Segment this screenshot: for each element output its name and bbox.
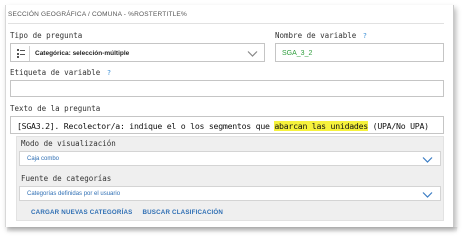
chevron-down-icon bbox=[422, 192, 433, 198]
question-type-select[interactable]: Categórica: selección-múltiple bbox=[10, 43, 265, 62]
display-mode-label: Modo de visualización bbox=[21, 139, 116, 148]
variable-label-label: Etiqueta de variable ? bbox=[10, 68, 111, 77]
variable-name-input[interactable]: SGA_3_2 bbox=[275, 43, 444, 62]
display-mode-select[interactable]: Caja combo bbox=[19, 151, 441, 166]
icon-separator bbox=[29, 46, 30, 61]
chevron-down-icon bbox=[247, 51, 258, 57]
variable-label-input[interactable] bbox=[10, 80, 444, 97]
chevron-down-icon bbox=[422, 157, 433, 163]
variable-name-label-text: Nombre de variable bbox=[275, 31, 357, 40]
help-icon[interactable]: ? bbox=[107, 69, 111, 77]
variable-name-value: SGA_3_2 bbox=[282, 50, 313, 57]
breadcrumb-divider bbox=[8, 23, 444, 24]
question-text-value: [SGA3.2]. Recolector/a: indique el o los… bbox=[17, 121, 429, 131]
question-text-label-text: Texto de la pregunta bbox=[10, 104, 101, 113]
variable-label-label-text: Etiqueta de variable bbox=[10, 68, 101, 77]
question-text-highlight: abarcan las unidades bbox=[274, 121, 368, 131]
help-icon[interactable]: ? bbox=[363, 32, 367, 40]
display-mode-value: Caja combo bbox=[27, 156, 60, 162]
search-classification-link[interactable]: BUSCAR CLASIFICACIÓN bbox=[142, 209, 223, 216]
question-type-label: Tipo de pregunta bbox=[10, 31, 82, 40]
question-type-label-text: Tipo de pregunta bbox=[10, 31, 83, 40]
list-checkbox-icon bbox=[17, 49, 25, 58]
question-text-before: [SGA3.2]. Recolector/a: indique el o los… bbox=[17, 121, 275, 131]
question-text-after: (UPA/No UPA) bbox=[367, 121, 429, 131]
question-text-input[interactable]: [SGA3.2]. Recolector/a: indique el o los… bbox=[10, 116, 444, 134]
category-source-value: Categorías definidas por el usuario bbox=[27, 191, 121, 197]
category-actions: CARGAR NUEVAS CATEGORÍAS BUSCAR CLASIFIC… bbox=[31, 209, 231, 216]
category-source-label: Fuente de categorías bbox=[21, 174, 112, 183]
load-categories-link[interactable]: CARGAR NUEVAS CATEGORÍAS bbox=[31, 209, 133, 216]
question-text-label: Texto de la pregunta bbox=[10, 104, 100, 113]
breadcrumb[interactable]: SECCIÓN GEOGRÁFICA / COMUNA - %ROSTERTIT… bbox=[8, 11, 187, 18]
question-type-value: Categórica: selección-múltiple bbox=[35, 50, 130, 57]
category-source-select[interactable]: Categorías definidas por el usuario bbox=[19, 186, 441, 201]
panel-shadow bbox=[6, 227, 458, 233]
variable-name-label: Nombre de variable ? bbox=[275, 31, 367, 40]
categories-settings-panel: Modo de visualización Caja combo Fuente … bbox=[16, 136, 444, 221]
